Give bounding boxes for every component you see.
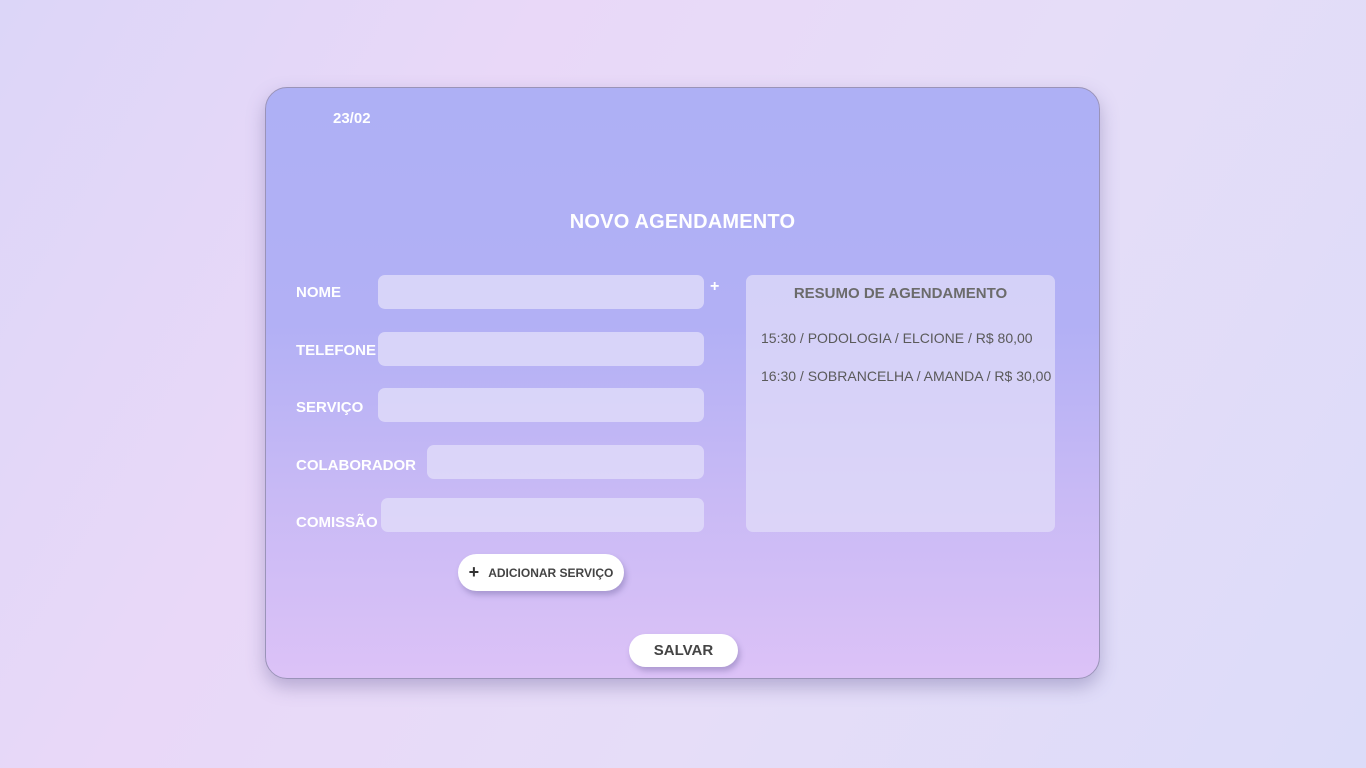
colaborador-input[interactable] — [427, 445, 704, 479]
nome-label: NOME — [296, 284, 341, 301]
add-service-label: ADICIONAR SERVIÇO — [488, 565, 614, 580]
telefone-label: TELEFONE — [296, 342, 377, 359]
summary-item: 16:30 / SOBRANCELHA / AMANDA / R$ 30,00 — [761, 368, 1052, 384]
telefone-input[interactable] — [378, 332, 704, 366]
plus-icon: + — [468, 562, 480, 582]
comissao-label: COMISSÃO — [296, 514, 378, 531]
appointment-card: 23/02 NOVO AGENDAMENTO NOME + TELEFONE S… — [265, 87, 1100, 679]
appointment-summary-panel: RESUMO DE AGENDAMENTO 15:30 / PODOLOGIA … — [746, 275, 1055, 532]
page-title: NOVO AGENDAMENTO — [569, 211, 796, 233]
comissao-input[interactable] — [381, 498, 704, 532]
date-label: 23/02 — [333, 110, 371, 127]
nome-input[interactable] — [378, 275, 704, 309]
summary-title: RESUMO DE AGENDAMENTO — [793, 285, 1008, 302]
servico-input[interactable] — [378, 388, 704, 422]
servico-label: SERVIÇO — [296, 399, 364, 416]
summary-item: 15:30 / PODOLOGIA / ELCIONE / R$ 80,00 — [761, 330, 1033, 346]
add-client-plus-icon[interactable]: + — [710, 278, 719, 296]
colaborador-label: COLABORADOR — [296, 457, 416, 474]
add-service-button[interactable]: + ADICIONAR SERVIÇO — [458, 554, 624, 591]
save-button[interactable]: SALVAR — [629, 634, 738, 667]
